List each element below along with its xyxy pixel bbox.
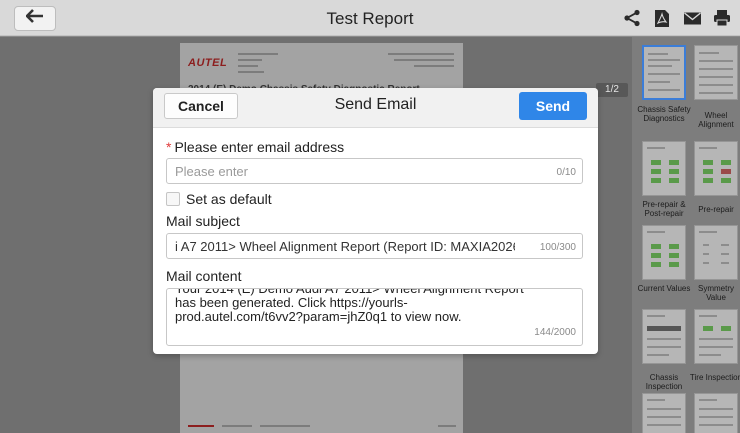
email-field[interactable]: Please enter 0/10: [166, 158, 583, 184]
thumbnail-label: Chassis Inspection: [645, 373, 683, 391]
thumbnail-pre-post-repair[interactable]: [642, 141, 686, 196]
set-default-label: Set as default: [186, 191, 272, 207]
email-char-counter: 0/10: [556, 167, 576, 178]
top-bar: Test Report: [0, 0, 740, 36]
thumbnail-tire-inspection[interactable]: [694, 309, 738, 364]
set-default-row[interactable]: Set as default: [166, 191, 272, 207]
thumbnail-label: Pre-repair & Post-repair: [642, 200, 686, 218]
thumbnail-label: Chassis Safety Diagnostics: [637, 105, 691, 123]
thumbnail-next-page[interactable]: [642, 393, 686, 433]
content-value: Your 2014 (E) Demo Audi A7 2011> Wheel A…: [175, 288, 524, 324]
subject-char-counter: 100/300: [539, 242, 576, 253]
content-field[interactable]: Your 2014 (E) Demo Audi A7 2011> Wheel A…: [166, 288, 583, 346]
send-email-dialog: Cancel Send Email Send * Please enter ema…: [153, 88, 598, 354]
email-label: * Please enter email address: [166, 139, 345, 155]
page-counter: 1/2: [596, 83, 628, 97]
print-icon[interactable]: [712, 8, 732, 28]
thumbnail-label: Pre-repair: [698, 205, 734, 214]
thumbnail-current-values[interactable]: [642, 225, 686, 280]
send-button[interactable]: Send: [519, 92, 587, 120]
subject-label: Mail subject: [166, 213, 240, 229]
report-header: AUTEL: [188, 49, 455, 79]
thumbnail-wheel-alignment[interactable]: [694, 45, 738, 100]
thumbnail-symmetry-value[interactable]: [694, 225, 738, 280]
report-footer: [188, 421, 456, 431]
thumbnail-chassis-inspection[interactable]: [642, 309, 686, 364]
subject-value: i A7 2011> Wheel Alignment Report (Repor…: [175, 239, 515, 254]
share-icon[interactable]: [622, 8, 642, 28]
thumbnail-panel: Chassis Safety Diagnostics Wheel Alignme…: [632, 37, 740, 433]
subject-field[interactable]: i A7 2011> Wheel Alignment Report (Repor…: [166, 233, 583, 259]
content-char-counter: 144/2000: [534, 327, 576, 338]
thumbnail-label: Wheel Alignment: [698, 111, 734, 129]
autel-logo: AUTEL: [188, 57, 228, 69]
dialog-header: Cancel Send Email Send: [153, 88, 598, 128]
thumbnail-next-page[interactable]: [694, 393, 738, 433]
content-label: Mail content: [166, 268, 242, 284]
set-default-checkbox[interactable]: [166, 192, 180, 206]
required-marker: *: [166, 139, 172, 155]
thumbnail-label: Current Values: [637, 284, 691, 293]
thumbnail-pre-repair[interactable]: [694, 141, 738, 196]
email-placeholder: Please enter: [175, 164, 248, 179]
mail-icon[interactable]: [682, 8, 702, 28]
thumbnail-chassis-safety[interactable]: [642, 45, 686, 100]
thumbnail-label: Symmetry Value: [698, 284, 734, 302]
pdf-icon[interactable]: [652, 8, 672, 28]
thumbnail-label: Tire Inspection: [689, 373, 740, 382]
